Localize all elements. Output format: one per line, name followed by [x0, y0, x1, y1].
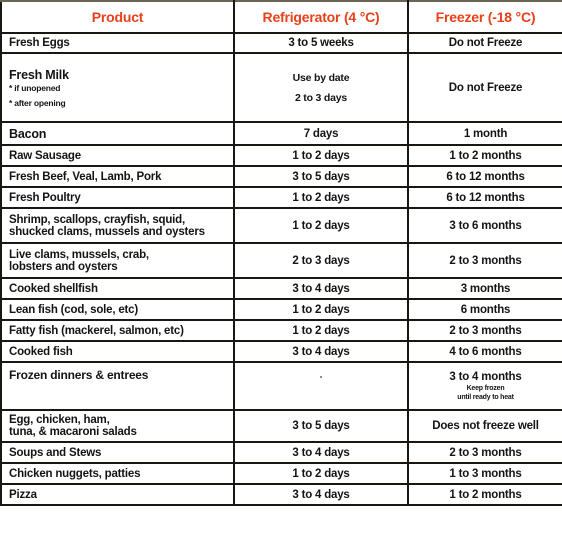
product-cell: Pizza [0, 483, 235, 506]
refrigerator-cell: 3 to 4 days [233, 277, 409, 300]
table-row: Cooked shellfish 3 to 4 days 3 months [0, 277, 562, 300]
freezer-cell: 3 months [407, 277, 562, 300]
product-cell: Shrimp, scallops, crayfish, squid, shuck… [0, 207, 235, 244]
table-row: Chicken nuggets, patties 1 to 2 days 1 t… [0, 462, 562, 485]
table-row: Bacon 7 days 1 month [0, 121, 562, 146]
refrigerator-cell: 3 to 4 days [233, 340, 409, 363]
refrigerator-cell: 1 to 2 days [233, 207, 409, 244]
refrigerator-cell: 3 to 5 weeks [233, 32, 409, 54]
product-note: * if unopened [9, 82, 61, 93]
freezer-cell: Do not Freeze [407, 52, 562, 123]
table-row: Fatty fish (mackerel, salmon, etc) 1 to … [0, 319, 562, 342]
refrigerator-cell: 3 to 5 days [233, 409, 409, 443]
freezer-cell: 3 to 6 months [407, 207, 562, 244]
product-line: lobsters and oysters [9, 260, 118, 273]
product-cell: Cooked fish [0, 340, 235, 363]
freezer-cell: 1 to 3 months [407, 462, 562, 485]
table-row: Raw Sausage 1 to 2 days 1 to 2 months [0, 144, 562, 167]
refrigerator-line: 2 to 3 days [294, 91, 348, 104]
freezer-cell: 1 to 2 months [407, 144, 562, 167]
product-line: Shrimp, scallops, crayfish, squid, [9, 213, 185, 226]
table-row: Lean fish (cod, sole, etc) 1 to 2 days 6… [0, 298, 562, 321]
product-line: shucked clams, mussels and oysters [9, 225, 205, 238]
refrigerator-cell: 1 to 2 days [233, 144, 409, 167]
freezer-cell: Does not freeze well [407, 409, 562, 443]
refrigerator-cell: 3 to 5 days [233, 165, 409, 188]
freezer-cell: 6 to 12 months [407, 186, 562, 209]
header-freezer: Freezer (-18 °C) [407, 0, 562, 34]
freezer-cell: 4 to 6 months [407, 340, 562, 363]
freezer-cell: 6 months [407, 298, 562, 321]
refrigerator-cell: 2 to 3 days [233, 242, 409, 279]
product-note: * after opening [9, 97, 66, 108]
refrigerator-cell: 3 to 4 days [233, 441, 409, 464]
product-cell: Bacon [0, 121, 235, 146]
table-row: Live clams, mussels, crab, lobsters and … [0, 242, 562, 279]
product-cell: Egg, chicken, ham, tuna, & macaroni sala… [0, 409, 235, 443]
header-row: Product Refrigerator (4 °C) Freezer (-18… [0, 0, 562, 34]
header-refrigerator: Refrigerator (4 °C) [233, 0, 409, 34]
refrigerator-cell: - [233, 361, 409, 411]
refrigerator-cell: 1 to 2 days [233, 462, 409, 485]
freezer-cell: 1 to 2 months [407, 483, 562, 506]
freezer-cell: 2 to 3 months [407, 242, 562, 279]
product-cell: Chicken nuggets, patties [0, 462, 235, 485]
freezer-cell: 2 to 3 months [407, 319, 562, 342]
table-row: Fresh Milk * if unopened * after opening… [0, 52, 562, 123]
product-cell: Raw Sausage [0, 144, 235, 167]
freezer-cell: Do not Freeze [407, 32, 562, 54]
refrigerator-cell: 1 to 2 days [233, 298, 409, 321]
product-cell: Fatty fish (mackerel, salmon, etc) [0, 319, 235, 342]
product-cell: Fresh Poultry [0, 186, 235, 209]
refrigerator-cell: Use by date 2 to 3 days [233, 52, 409, 123]
refrigerator-line: Use by date [292, 71, 350, 84]
product-name: Fresh Milk [9, 67, 69, 82]
food-storage-table: Product Refrigerator (4 °C) Freezer (-18… [0, 0, 562, 506]
product-line: Live clams, mussels, crab, [9, 248, 149, 261]
table-row: Frozen dinners & entrees - 3 to 4 months… [0, 361, 562, 411]
table-row: Fresh Eggs 3 to 5 weeks Do not Freeze [0, 32, 562, 54]
freezer-cell: 6 to 12 months [407, 165, 562, 188]
table-row: Shrimp, scallops, crayfish, squid, shuck… [0, 207, 562, 244]
freezer-value: 3 to 4 months [449, 371, 522, 383]
product-cell: Lean fish (cod, sole, etc) [0, 298, 235, 321]
freezer-note: until ready to heat [457, 394, 514, 401]
table-row: Cooked fish 3 to 4 days 4 to 6 months [0, 340, 562, 363]
table-row: Fresh Poultry 1 to 2 days 6 to 12 months [0, 186, 562, 209]
product-cell: Fresh Eggs [0, 32, 235, 54]
product-cell: Fresh Milk * if unopened * after opening [0, 52, 235, 123]
table-row: Egg, chicken, ham, tuna, & macaroni sala… [0, 409, 562, 443]
product-cell: Frozen dinners & entrees [0, 361, 235, 411]
freezer-cell: 1 month [407, 121, 562, 146]
freezer-note: Keep frozen [466, 385, 505, 392]
product-line: Egg, chicken, ham, [9, 414, 110, 426]
product-cell: Soups and Stews [0, 441, 235, 464]
table-row: Fresh Beef, Veal, Lamb, Pork 3 to 5 days… [0, 165, 562, 188]
header-product: Product [0, 0, 235, 34]
product-cell: Live clams, mussels, crab, lobsters and … [0, 242, 235, 279]
refrigerator-cell: 1 to 2 days [233, 319, 409, 342]
product-line: tuna, & macaroni salads [9, 426, 137, 438]
table-row: Pizza 3 to 4 days 1 to 2 months [0, 483, 562, 506]
freezer-cell: 2 to 3 months [407, 441, 562, 464]
table-row: Soups and Stews 3 to 4 days 2 to 3 month… [0, 441, 562, 464]
product-cell: Fresh Beef, Veal, Lamb, Pork [0, 165, 235, 188]
refrigerator-cell: 3 to 4 days [233, 483, 409, 506]
freezer-cell: 3 to 4 months Keep frozen until ready to… [407, 361, 562, 411]
refrigerator-cell: 7 days [233, 121, 409, 146]
product-cell: Cooked shellfish [0, 277, 235, 300]
refrigerator-cell: 1 to 2 days [233, 186, 409, 209]
